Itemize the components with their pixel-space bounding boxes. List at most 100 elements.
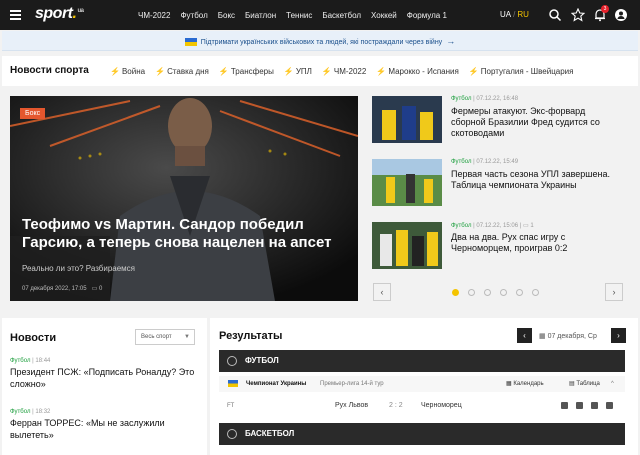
category-badge[interactable]: Бокс bbox=[20, 108, 46, 119]
match-actions bbox=[561, 402, 621, 409]
ukraine-flag-icon bbox=[228, 380, 238, 387]
hero-article[interactable]: Бокс Теофимо vs Мартин. Сандор победил Г… bbox=[10, 96, 358, 301]
comment-icon: ▭ bbox=[522, 223, 529, 229]
table-icon: ▤ bbox=[569, 381, 575, 387]
sport-header-basketball[interactable]: БАСКЕТБОЛ bbox=[219, 423, 625, 445]
news-feed: Новости Весь спорт ▼ Футбол | 18:44 Прези… bbox=[2, 318, 207, 455]
carousel-prev-button[interactable]: ‹ bbox=[373, 283, 391, 301]
nav-item-wc2022[interactable]: ЧМ-2022 bbox=[138, 11, 170, 20]
hero-date: 07 декабря 2022, 17:05 bbox=[22, 286, 87, 292]
basketball-icon bbox=[227, 429, 237, 439]
text-broadcast-icon[interactable] bbox=[576, 402, 583, 409]
sport-filter-select[interactable]: Весь спорт ▼ bbox=[135, 329, 195, 345]
stats-icon[interactable] bbox=[561, 402, 568, 409]
carousel-controls: ‹ › bbox=[372, 283, 624, 303]
side-news-item[interactable]: Футбол | 07.12.22, 15:06 | ▭ 1 Два на дв… bbox=[372, 222, 624, 272]
news-category[interactable]: Футбол bbox=[10, 358, 30, 364]
league-round: Премьер-лига 14-й тур bbox=[320, 381, 384, 387]
lightning-icon: ⚡ bbox=[218, 66, 229, 76]
sport-filter-value: Весь спорт bbox=[141, 334, 172, 340]
arrow-right-icon: → bbox=[446, 36, 456, 46]
nav-item-football[interactable]: Футбол bbox=[180, 11, 207, 20]
chevron-up-icon[interactable]: ^ bbox=[611, 376, 614, 392]
side-news-item[interactable]: Футбол | 07.12.22, 16:48 Фермеры атакуют… bbox=[372, 96, 624, 146]
video-icon[interactable] bbox=[591, 402, 598, 409]
tag-label: Война bbox=[121, 66, 146, 76]
sport-name: ФУТБОЛ bbox=[245, 356, 279, 365]
nav-item-formula1[interactable]: Формула 1 bbox=[407, 11, 447, 20]
carousel-dot[interactable] bbox=[484, 289, 491, 296]
lightning-icon: ⚡ bbox=[376, 66, 387, 76]
news-time: 18:44 bbox=[35, 358, 51, 364]
score-separator: : bbox=[394, 402, 397, 409]
tag-item[interactable]: ⚡ Португалия - Швейцария bbox=[469, 67, 574, 76]
date-next-button[interactable]: › bbox=[611, 328, 626, 343]
nav-item-tennis[interactable]: Теннис bbox=[286, 11, 312, 20]
site-logo[interactable]: sport.ua bbox=[35, 5, 84, 23]
tag-label: Марокко - Испания bbox=[388, 66, 459, 76]
side-news-item[interactable]: Футбол | 07.12.22, 15:49 Первая часть се… bbox=[372, 159, 624, 209]
tag-item[interactable]: ⚡ УПЛ bbox=[284, 67, 312, 76]
news-title[interactable]: Фермеры атакуют. Экс-форвард сборной Бра… bbox=[451, 106, 621, 139]
lang-ru[interactable]: RU bbox=[517, 10, 529, 19]
home-team: Рух Львов bbox=[335, 402, 369, 409]
news-feed-item[interactable]: Футбол | 18:44 Президент ПСЖ: «Подписать… bbox=[10, 358, 200, 390]
hero-title[interactable]: Теофимо vs Мартин. Сандор победил Гарсию… bbox=[22, 216, 352, 252]
football-icon bbox=[227, 356, 237, 366]
carousel-next-button[interactable]: › bbox=[605, 283, 623, 301]
tag-item[interactable]: ⚡ Марокко - Испания bbox=[376, 67, 458, 76]
news-category[interactable]: Футбол bbox=[451, 96, 471, 102]
hero-comment-count: 0 bbox=[98, 286, 103, 292]
lang-ua[interactable]: UA bbox=[500, 10, 511, 19]
news-category[interactable]: Футбол bbox=[451, 223, 471, 229]
chevron-down-icon: ▼ bbox=[184, 334, 190, 340]
star-icon[interactable] bbox=[606, 402, 613, 409]
news-category[interactable]: Футбол bbox=[451, 159, 471, 165]
lightning-icon: ⚡ bbox=[155, 66, 166, 76]
hero-subtitle: Реально ли это? Разбираемся bbox=[22, 264, 136, 273]
menu-icon[interactable] bbox=[10, 10, 21, 20]
tag-item[interactable]: ⚡ ЧМ-2022 bbox=[322, 67, 366, 76]
news-thumbnail bbox=[372, 222, 442, 269]
carousel-dot[interactable] bbox=[516, 289, 523, 296]
news-category[interactable]: Футбол bbox=[10, 409, 30, 415]
date-prev-button[interactable]: ‹ bbox=[517, 328, 532, 343]
sport-news-title: Новости спорта bbox=[10, 65, 89, 76]
tag-item[interactable]: ⚡ Война bbox=[110, 67, 145, 76]
home-score: 2 bbox=[389, 402, 393, 409]
sport-name: БАСКЕТБОЛ bbox=[245, 429, 295, 438]
tag-item[interactable]: ⚡ Трансферы bbox=[219, 67, 274, 76]
tag-item[interactable]: ⚡ Ставка дня bbox=[155, 67, 209, 76]
news-title[interactable]: Два на два. Рух спас игру с Черноморцем,… bbox=[451, 232, 621, 254]
league-name[interactable]: Чемпионат Украины bbox=[246, 376, 306, 392]
nav-item-basketball[interactable]: Баскетбол bbox=[322, 11, 361, 20]
nav-item-biathlon[interactable]: Биатлон bbox=[245, 11, 276, 20]
nav-item-hockey[interactable]: Хоккей bbox=[371, 11, 397, 20]
carousel-dot[interactable] bbox=[468, 289, 475, 296]
match-row[interactable]: FT Рух Львов 2 : 2 Черноморец bbox=[219, 398, 625, 414]
carousel-dot[interactable] bbox=[452, 289, 459, 296]
carousel-dot[interactable] bbox=[532, 289, 539, 296]
news-title[interactable]: Первая часть сезона УПЛ завершена. Табли… bbox=[451, 169, 621, 191]
user-icon[interactable] bbox=[614, 8, 628, 22]
news-feed-item[interactable]: Футбол | 18:32 Ферран ТОРРЕС: «Мы не зас… bbox=[10, 409, 200, 441]
carousel-dot[interactable] bbox=[500, 289, 507, 296]
sport-header-football[interactable]: ФУТБОЛ bbox=[219, 350, 625, 372]
calendar-link[interactable]: ▦ Календарь bbox=[506, 376, 544, 392]
search-icon[interactable] bbox=[548, 8, 562, 22]
star-icon[interactable] bbox=[571, 8, 585, 22]
results-title: Результаты bbox=[219, 330, 283, 342]
hero-meta: 07 декабря 2022, 17:05 ▭ 0 bbox=[22, 285, 102, 292]
main-nav: ЧМ-2022 Футбол Бокс Биатлон Теннис Баске… bbox=[138, 0, 457, 30]
date-display[interactable]: ▦ 07 декабря, Ср bbox=[539, 332, 597, 340]
table-link[interactable]: ▤ Таблица bbox=[569, 376, 600, 392]
top-navbar: sport.ua ЧМ-2022 Футбол Бокс Биатлон Тен… bbox=[0, 0, 640, 30]
news-comment-count: 1 bbox=[530, 223, 534, 229]
news-title[interactable]: Ферран ТОРРЕС: «Мы не заслужили вылететь… bbox=[10, 417, 200, 441]
calendar-icon: ▦ bbox=[506, 381, 512, 387]
support-banner[interactable]: Підтримати українських військових та люд… bbox=[2, 31, 638, 51]
news-title[interactable]: Президент ПСЖ: «Подписать Роналду? Это с… bbox=[10, 366, 200, 390]
tag-label: Ставка дня bbox=[167, 66, 209, 76]
results-panel: Результаты ‹ ▦ 07 декабря, Ср › ФУТБОЛ Ч… bbox=[210, 318, 638, 455]
nav-item-boxing[interactable]: Бокс bbox=[218, 11, 235, 20]
